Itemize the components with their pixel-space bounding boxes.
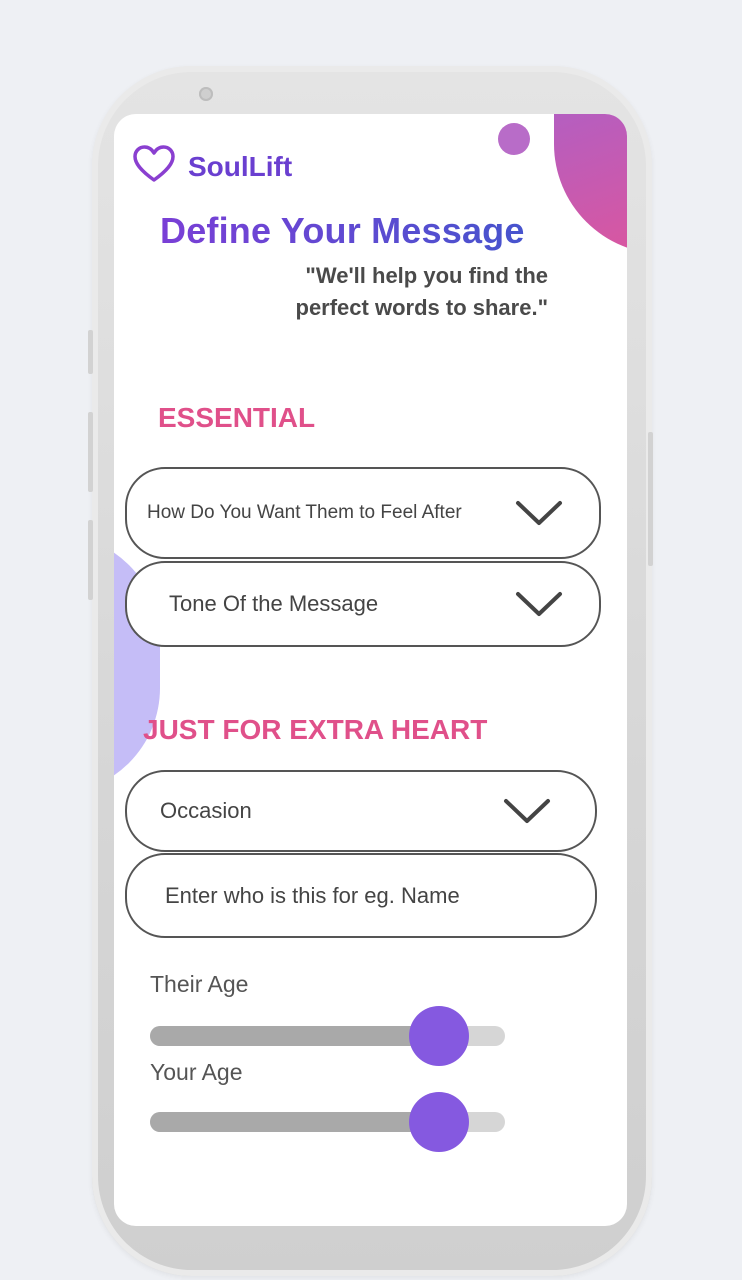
phone-power-button: [648, 432, 653, 566]
app-screen: SoulLift Define Your Message "We'll help…: [114, 114, 627, 1226]
slider-fill: [150, 1112, 440, 1132]
your-age-slider[interactable]: [150, 1092, 505, 1152]
phone-side-button: [88, 330, 93, 374]
tone-dropdown-value: Tone Of the Message: [169, 591, 379, 616]
camera-icon: [199, 87, 213, 101]
feel-dropdown[interactable]: How Do You Want Them to Feel After: [125, 467, 601, 559]
slider-fill: [150, 1026, 440, 1046]
decorative-dot: [498, 123, 530, 155]
recipient-name-placeholder: Enter who is this for eg. Name: [165, 882, 460, 908]
phone-side-button: [88, 412, 93, 492]
feel-dropdown-value: How Do You Want Them to Feel After: [147, 502, 462, 523]
slider-thumb[interactable]: [409, 1006, 470, 1066]
their-age-label: Their Age: [150, 971, 249, 997]
section-heading-extra: JUST FOR EXTRA HEART: [143, 714, 488, 745]
app-name: SoulLift: [188, 150, 293, 182]
recipient-name-input[interactable]: Enter who is this for eg. Name: [125, 853, 597, 938]
page-title: Define Your Message: [160, 210, 580, 252]
your-age-label: Your Age: [150, 1059, 243, 1085]
app-logo: SoulLift: [132, 144, 292, 189]
occasion-dropdown[interactable]: Occasion: [125, 770, 597, 852]
tone-dropdown[interactable]: Tone Of the Message: [125, 561, 601, 647]
chevron-down-icon: [515, 498, 563, 528]
page-subtitle: "We'll help you find the perfect words t…: [295, 263, 549, 320]
chevron-down-icon: [503, 796, 551, 826]
their-age-slider[interactable]: [150, 1006, 505, 1066]
phone-side-button: [88, 520, 93, 600]
slider-thumb[interactable]: [409, 1092, 470, 1152]
occasion-dropdown-value: Occasion: [160, 798, 252, 823]
chevron-down-icon: [515, 589, 563, 619]
section-heading-essential: ESSENTIAL: [158, 402, 316, 433]
heart-icon: [132, 144, 176, 189]
